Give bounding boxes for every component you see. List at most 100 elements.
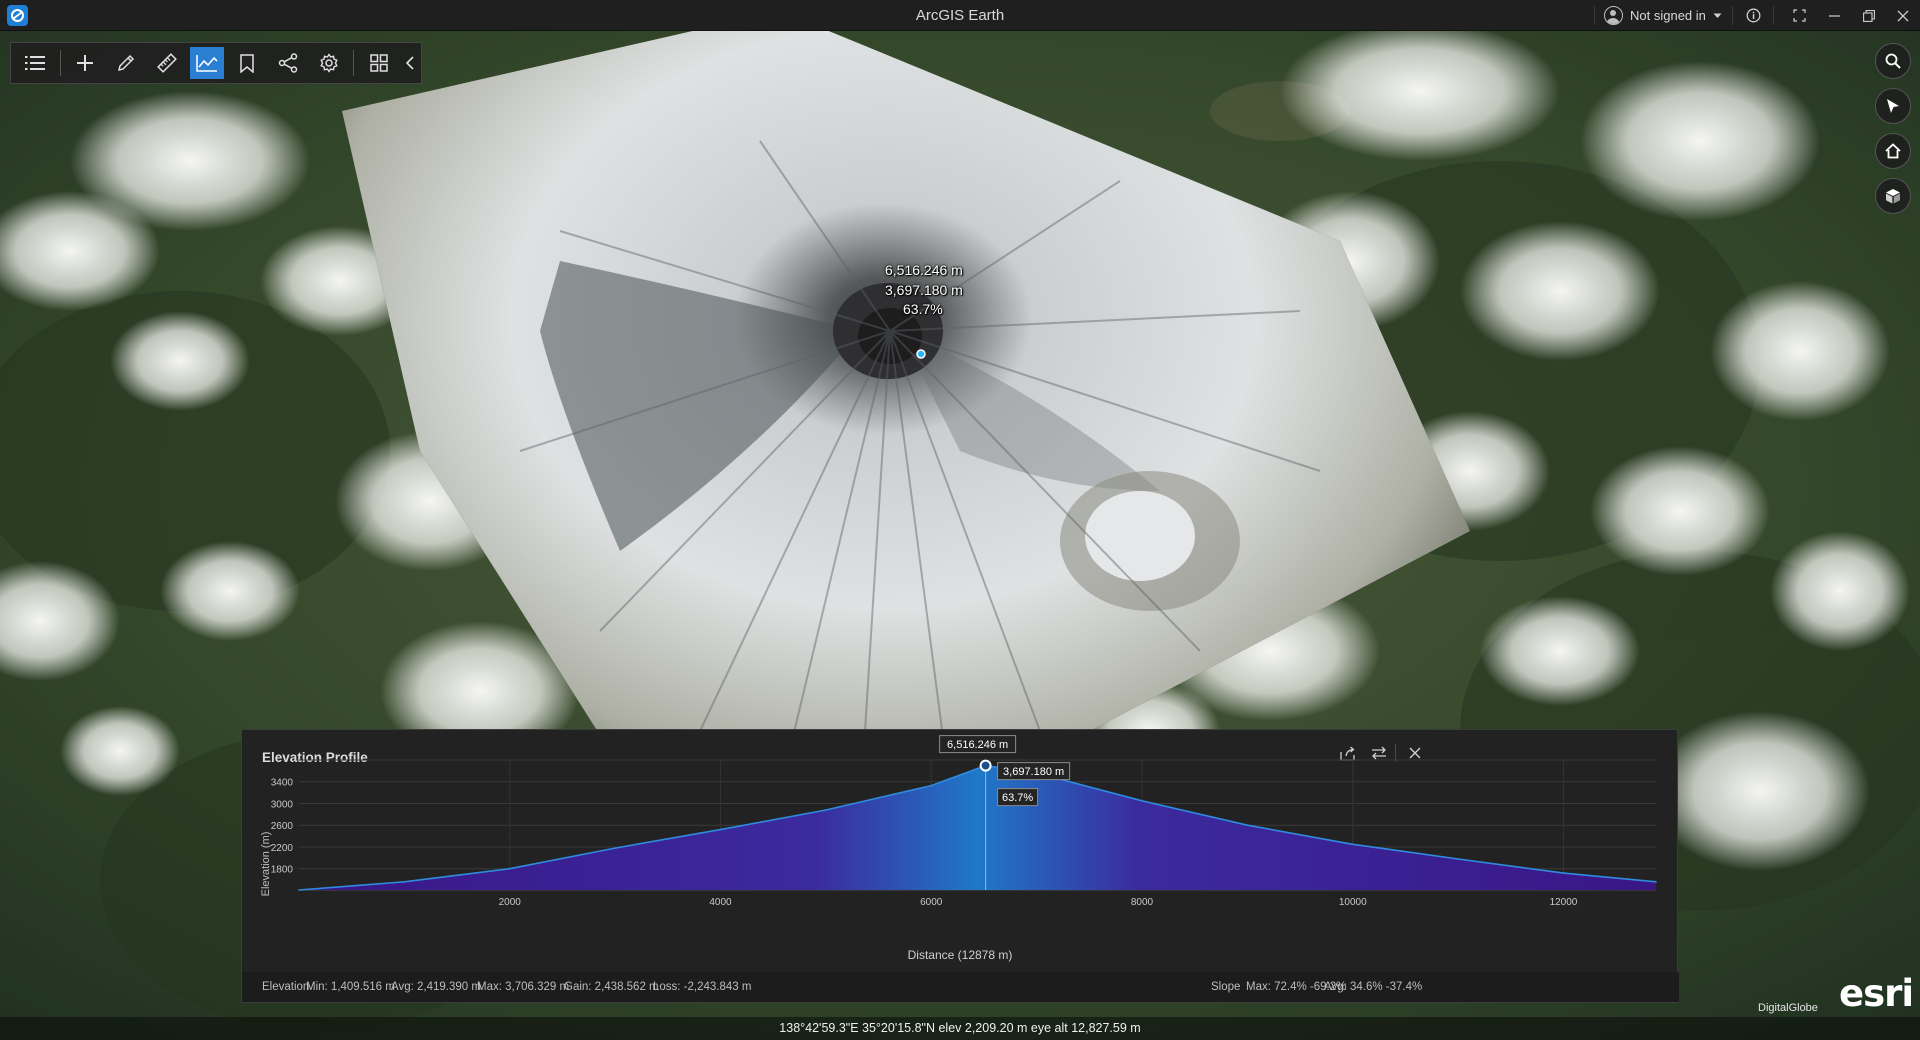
plus-icon xyxy=(77,55,94,71)
about-info-button[interactable] xyxy=(1735,0,1771,31)
x-tick-label: 8000 xyxy=(1131,897,1154,908)
divider xyxy=(1773,6,1774,25)
elevation-point xyxy=(298,889,300,891)
elevation-point xyxy=(508,867,511,870)
close-icon xyxy=(1897,10,1909,21)
elevation-point xyxy=(930,784,933,787)
elevation-point xyxy=(1457,858,1459,860)
elevation-area xyxy=(299,765,1656,890)
divider xyxy=(1732,6,1733,25)
user-avatar-icon xyxy=(1604,6,1623,25)
tool-add-data[interactable] xyxy=(65,42,106,84)
tool-share[interactable] xyxy=(268,42,309,84)
tool-bookmark[interactable] xyxy=(227,42,268,84)
stat-max: Max: 3,706.329 m xyxy=(477,981,570,993)
home-button[interactable] xyxy=(1875,133,1911,169)
pencil-icon xyxy=(117,54,135,72)
y-tick-label: 1800 xyxy=(271,865,294,876)
restore-icon xyxy=(1863,9,1875,22)
title-bar: ArcGIS Earth Not signed in xyxy=(0,0,1920,31)
fullscreen-icon xyxy=(1792,9,1806,22)
tool-draw[interactable] xyxy=(106,42,147,84)
x-tick-label: 2000 xyxy=(499,897,522,908)
coordinates-readout: 138°42'59.3"E 35°20'15.8"N elev 2,209.20… xyxy=(779,1021,1141,1035)
elevation-point xyxy=(614,847,616,849)
share-icon xyxy=(278,53,298,73)
stat-slope-avg: Avg: 34.6% -37.4% xyxy=(1324,981,1423,993)
elevation-profile-icon xyxy=(196,55,218,72)
y-tick-label: 3000 xyxy=(271,799,294,810)
chevron-down-icon xyxy=(1713,13,1722,18)
search-icon xyxy=(1885,53,1901,69)
tooltip-distance: 6,516.246 m xyxy=(947,739,1008,751)
divider xyxy=(1594,6,1595,25)
x-tick-label: 12000 xyxy=(1550,897,1578,908)
elevation-profile-panel: Elevation Profile 1800 2200 2600 3000 34… xyxy=(241,729,1679,1003)
elevation-point xyxy=(825,809,827,811)
gear-icon xyxy=(320,53,338,73)
cube-icon xyxy=(1886,189,1900,204)
minimize-button[interactable] xyxy=(1816,0,1852,31)
elevation-point xyxy=(1141,799,1143,802)
search-button[interactable] xyxy=(1875,43,1911,79)
chart-area-layer xyxy=(298,764,1657,891)
arcgis-earth-logo-icon xyxy=(7,5,28,26)
profile-position-marker xyxy=(916,349,926,359)
map-label-elevation: 3,697.180 m xyxy=(885,282,963,298)
profile-cursor-point xyxy=(979,759,992,772)
y-tick-label: 3400 xyxy=(271,778,294,789)
stat-gain: Gain: 2,438.562 m xyxy=(564,981,659,993)
x-tick-label: 6000 xyxy=(920,897,943,908)
restore-button[interactable] xyxy=(1851,0,1887,31)
stat-loss: Loss: -2,243.843 m xyxy=(653,981,752,993)
main-toolbar xyxy=(10,42,422,84)
elevation-point xyxy=(403,880,406,883)
x-tick-label: 4000 xyxy=(709,897,732,908)
esri-logo: esri xyxy=(1839,972,1914,1015)
tool-elevation-profile[interactable] xyxy=(190,47,224,79)
map-label-distance: 6,516.246 m xyxy=(885,262,963,278)
collapse-toolbar-button[interactable] xyxy=(399,42,421,84)
tool-layers-list[interactable] xyxy=(15,42,56,84)
tool-measure[interactable] xyxy=(146,42,187,84)
map-label-percent: 63.7% xyxy=(903,301,943,317)
tooltip-elevation: 3,697.180 m xyxy=(1003,766,1064,778)
tooltip-percent: 63.7% xyxy=(1002,792,1033,804)
x-tick-label: 10000 xyxy=(1339,897,1367,908)
sign-in-button[interactable]: Not signed in xyxy=(1604,4,1722,27)
status-bar: 138°42'59.3"E 35°20'15.8"N elev 2,209.20… xyxy=(0,1017,1920,1040)
arcgis-earth-window: 6,516.246 m 3,697.180 m 63.7% ArcGIS Ear… xyxy=(0,0,1920,1040)
toolbar-divider xyxy=(353,50,355,76)
stat-min: Min: 1,409.516 m xyxy=(306,981,395,993)
grid-icon xyxy=(369,54,388,72)
home-icon xyxy=(1885,143,1901,159)
cursor-arrow-icon xyxy=(1887,99,1899,113)
close-window-button[interactable] xyxy=(1885,0,1920,31)
stats-slope-label: Slope xyxy=(1211,981,1241,993)
minimize-icon xyxy=(1828,15,1840,17)
fullscreen-button[interactable] xyxy=(1781,0,1817,31)
list-icon xyxy=(25,56,46,70)
stats-elevation-label: Elevation xyxy=(262,981,310,993)
y-tick-label: 2600 xyxy=(271,821,294,832)
toolbar-divider xyxy=(59,50,61,76)
ruler-icon xyxy=(156,53,177,73)
elevation-point xyxy=(1246,824,1249,827)
view-3d-button[interactable] xyxy=(1875,178,1911,214)
elevation-chart[interactable]: 1800 2200 2600 3000 3400 2000 4000 6000 8000 1000… xyxy=(242,730,1679,972)
elevation-point xyxy=(1655,880,1657,883)
elevation-point xyxy=(1562,872,1565,874)
sign-in-label: Not signed in xyxy=(1630,8,1706,23)
stat-avg: Avg: 2,419.390 m xyxy=(391,981,481,993)
x-axis-label: Distance (12878 m) xyxy=(908,948,1013,962)
y-axis-label: Elevation (m) xyxy=(260,832,272,897)
navigate-button[interactable] xyxy=(1875,88,1911,124)
tool-toolbox[interactable] xyxy=(358,42,399,84)
info-icon xyxy=(1746,8,1760,23)
elevation-point xyxy=(719,828,722,831)
chevron-left-icon xyxy=(406,56,414,70)
imagery-credit: DigitalGlobe xyxy=(1758,1002,1818,1014)
tool-settings[interactable] xyxy=(309,42,350,84)
bookmark-icon xyxy=(240,53,255,73)
elevation-point xyxy=(1351,843,1354,846)
